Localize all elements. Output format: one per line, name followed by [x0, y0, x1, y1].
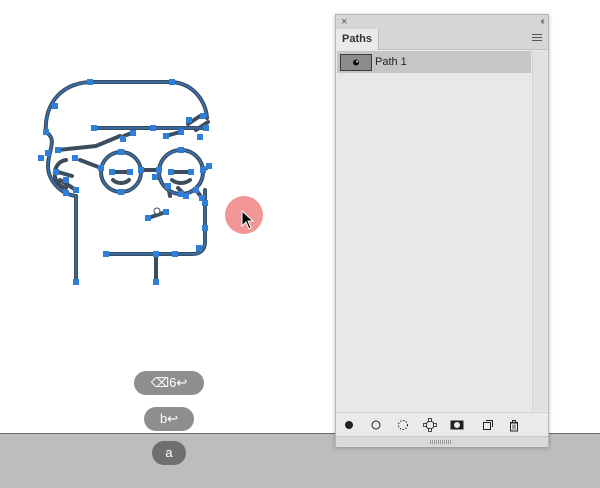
- keystroke-indicator: b↩: [144, 407, 194, 431]
- panel-resize-handle[interactable]: [336, 436, 548, 447]
- delete-path-icon[interactable]: [506, 417, 522, 433]
- add-mask-icon[interactable]: [449, 417, 465, 433]
- fill-path-icon[interactable]: [341, 417, 357, 433]
- face-path-artwork[interactable]: [0, 0, 330, 300]
- close-icon[interactable]: ×: [341, 15, 347, 29]
- keystroke-indicator: ⌫6↩: [134, 371, 204, 395]
- mouse-cursor-icon: [241, 210, 255, 230]
- keystroke-indicator: a: [152, 441, 186, 465]
- load-as-selection-icon[interactable]: [395, 417, 411, 433]
- panel-tab-bar: Paths: [336, 29, 548, 50]
- tab-paths[interactable]: Paths: [336, 29, 379, 50]
- panel-title-bar[interactable]: × ‹‹: [336, 15, 548, 29]
- path-name: Path 1: [375, 56, 407, 68]
- panel-menu-icon[interactable]: [532, 34, 542, 43]
- collapse-icon[interactable]: ‹‹: [540, 15, 544, 29]
- new-path-icon[interactable]: [480, 417, 496, 433]
- path-thumbnail: [340, 54, 372, 71]
- paths-panel: × ‹‹ Paths Path 1: [335, 14, 549, 447]
- stroke-path-icon[interactable]: [368, 417, 384, 433]
- scrollbar[interactable]: [532, 51, 547, 411]
- panel-footer: [336, 412, 548, 437]
- path-row[interactable]: Path 1: [337, 51, 531, 73]
- paths-list: Path 1: [337, 51, 531, 411]
- make-work-path-icon[interactable]: [422, 417, 438, 433]
